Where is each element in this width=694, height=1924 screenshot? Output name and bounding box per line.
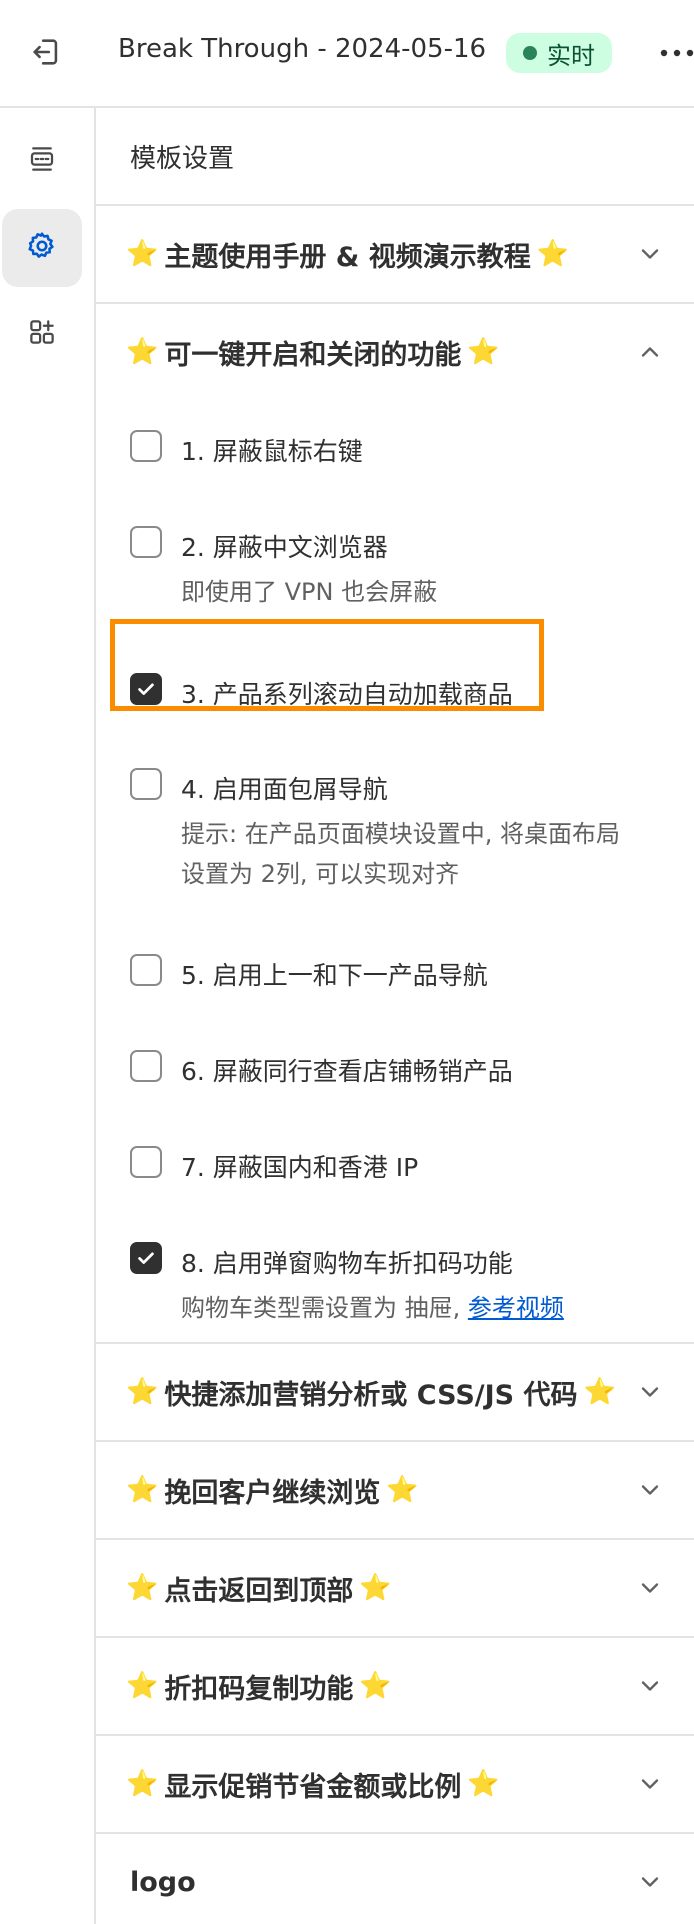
section-retain-customers: ⭐ 挽回客户继续浏览 ⭐	[96, 1442, 694, 1540]
option-row[interactable]: 6. 屏蔽同行查看店铺畅销产品	[96, 1050, 513, 1088]
section-header[interactable]: ⭐ 主题使用手册 & 视频演示教程 ⭐	[96, 206, 694, 302]
sidebar-item-settings[interactable]	[2, 209, 82, 287]
section-marketing-code: ⭐ 快捷添加营销分析或 CSS/JS 代码 ⭐	[96, 1344, 694, 1442]
option-label: 8. 启用弹窗购物车折扣码功能	[181, 1249, 513, 1278]
star-icon: ⭐	[386, 1475, 419, 1505]
star-icon: ⭐	[126, 1573, 159, 1603]
star-icon: ⭐	[359, 1671, 392, 1701]
option-hint: 即使用了 VPN 也会屏蔽	[181, 578, 438, 606]
section-header[interactable]: logo	[96, 1834, 694, 1924]
section-theme-manual: ⭐ 主题使用手册 & 视频演示教程 ⭐	[96, 206, 694, 304]
section-label: 可一键开启和关闭的功能	[164, 339, 462, 371]
exit-icon[interactable]	[26, 32, 66, 72]
option-label: 7. 屏蔽国内和香港 IP	[181, 1153, 419, 1182]
chevron-down-icon	[641, 1387, 659, 1397]
apps-icon	[27, 317, 57, 351]
sidebar	[0, 108, 96, 1924]
star-icon: ⭐	[126, 1769, 159, 1799]
star-icon: ⭐	[126, 1377, 159, 1407]
chevron-down-icon	[641, 1877, 659, 1887]
option-row[interactable]: 1. 屏蔽鼠标右键	[96, 430, 363, 468]
section-label: 折扣码复制功能	[164, 1673, 354, 1705]
option-label: 4. 启用面包屑导航	[181, 775, 388, 804]
highlight-box	[110, 619, 544, 711]
option-hint-line: 设置为 2列, 可以实现对齐	[181, 860, 460, 888]
section-label: 挽回客户继续浏览	[164, 1477, 381, 1509]
section-header[interactable]: ⭐ 折扣码复制功能 ⭐	[96, 1638, 694, 1734]
top-bar: Break Through - 2024-05-16 实时	[0, 0, 694, 108]
option-checkbox[interactable]	[130, 526, 162, 558]
section-label: logo	[130, 1866, 196, 1898]
panel-title: 模板设置	[96, 108, 694, 206]
chevron-down-icon	[641, 1779, 659, 1789]
option-row[interactable]: 4. 启用面包屑导航 提示: 在产品页面模块设置中, 将桌面布局 设置为 2列,…	[96, 768, 620, 894]
option-label: 5. 启用上一和下一产品导航	[181, 961, 488, 990]
reference-video-link[interactable]: 参考视频	[468, 1294, 564, 1322]
star-icon: ⭐	[126, 239, 159, 269]
section-header[interactable]: ⭐ 点击返回到顶部 ⭐	[96, 1540, 694, 1636]
option-row[interactable]: 2. 屏蔽中文浏览器 即使用了 VPN 也会屏蔽	[96, 526, 438, 612]
section-label: 点击返回到顶部	[164, 1575, 354, 1607]
star-icon: ⭐	[467, 337, 500, 367]
star-icon: ⭐	[126, 337, 159, 367]
status-dot-icon	[523, 46, 537, 60]
option-row[interactable]: 7. 屏蔽国内和香港 IP	[96, 1146, 419, 1184]
option-checkbox[interactable]	[130, 768, 162, 800]
more-actions-icon[interactable]	[660, 36, 694, 70]
chevron-down-icon	[641, 1485, 659, 1495]
section-toggle-features: ⭐ 可一键开启和关闭的功能 ⭐ 1. 屏蔽鼠标右键 2. 屏蔽中文浏览器 即使用…	[96, 304, 694, 1344]
section-header[interactable]: ⭐ 快捷添加营销分析或 CSS/JS 代码 ⭐	[96, 1344, 694, 1440]
chevron-down-icon	[641, 1583, 659, 1593]
theme-title: Break Through - 2024-05-16	[118, 34, 487, 64]
option-checkbox[interactable]	[130, 430, 162, 462]
settings-panel: 模板设置 ⭐ 主题使用手册 & 视频演示教程 ⭐ ⭐ 可一键开启和关闭的功能 ⭐…	[96, 108, 694, 1924]
star-icon: ⭐	[467, 1769, 500, 1799]
section-promo-savings: ⭐ 显示促销节省金额或比例 ⭐	[96, 1736, 694, 1834]
section-back-to-top: ⭐ 点击返回到顶部 ⭐	[96, 1540, 694, 1638]
section-header[interactable]: ⭐ 显示促销节省金额或比例 ⭐	[96, 1736, 694, 1832]
option-row[interactable]: 5. 启用上一和下一产品导航	[96, 954, 488, 992]
star-icon: ⭐	[126, 1671, 159, 1701]
section-label: 显示促销节省金额或比例	[164, 1771, 462, 1803]
section-header[interactable]: ⭐ 挽回客户继续浏览 ⭐	[96, 1442, 694, 1538]
chevron-down-icon	[641, 249, 659, 259]
chevron-up-icon	[641, 347, 659, 357]
option-label: 2. 屏蔽中文浏览器	[181, 533, 388, 562]
section-logo: logo	[96, 1834, 694, 1924]
section-discount-copy: ⭐ 折扣码复制功能 ⭐	[96, 1638, 694, 1736]
option-row[interactable]: 8. 启用弹窗购物车折扣码功能 购物车类型需设置为 抽屉, 参考视频	[96, 1242, 564, 1328]
option-checkbox[interactable]	[130, 1146, 162, 1178]
option-hint: 提示: 在产品页面模块设置中, 将桌面布局 设置为 2列, 可以实现对齐	[181, 814, 620, 894]
star-icon: ⭐	[126, 1475, 159, 1505]
sidebar-item-apps[interactable]	[2, 295, 82, 373]
status-badge-label: 实时	[547, 41, 595, 70]
option-checkbox[interactable]	[130, 1050, 162, 1082]
chevron-down-icon	[641, 1681, 659, 1691]
settings-icon	[26, 230, 58, 266]
star-icon: ⭐	[583, 1377, 616, 1407]
option-checkbox[interactable]	[130, 954, 162, 986]
sidebar-item-sections[interactable]	[2, 122, 82, 200]
star-icon: ⭐	[359, 1573, 392, 1603]
section-label: 主题使用手册 & 视频演示教程	[164, 241, 531, 273]
section-label: 快捷添加营销分析或 CSS/JS 代码	[164, 1379, 578, 1411]
sections-icon	[27, 144, 57, 178]
checkmark-icon	[138, 1252, 154, 1264]
option-label: 6. 屏蔽同行查看店铺畅销产品	[181, 1057, 513, 1086]
option-label: 1. 屏蔽鼠标右键	[181, 437, 363, 466]
section-header[interactable]: ⭐ 可一键开启和关闭的功能 ⭐	[96, 304, 694, 400]
option-hint-line: 提示: 在产品页面模块设置中, 将桌面布局	[181, 820, 620, 848]
option-checkbox-checked[interactable]	[130, 1242, 162, 1274]
option-hint: 购物车类型需设置为 抽屉, 参考视频	[181, 1288, 564, 1328]
status-badge: 实时	[506, 33, 612, 73]
option-hint-text: 购物车类型需设置为 抽屉,	[181, 1294, 468, 1322]
star-icon: ⭐	[536, 239, 570, 269]
